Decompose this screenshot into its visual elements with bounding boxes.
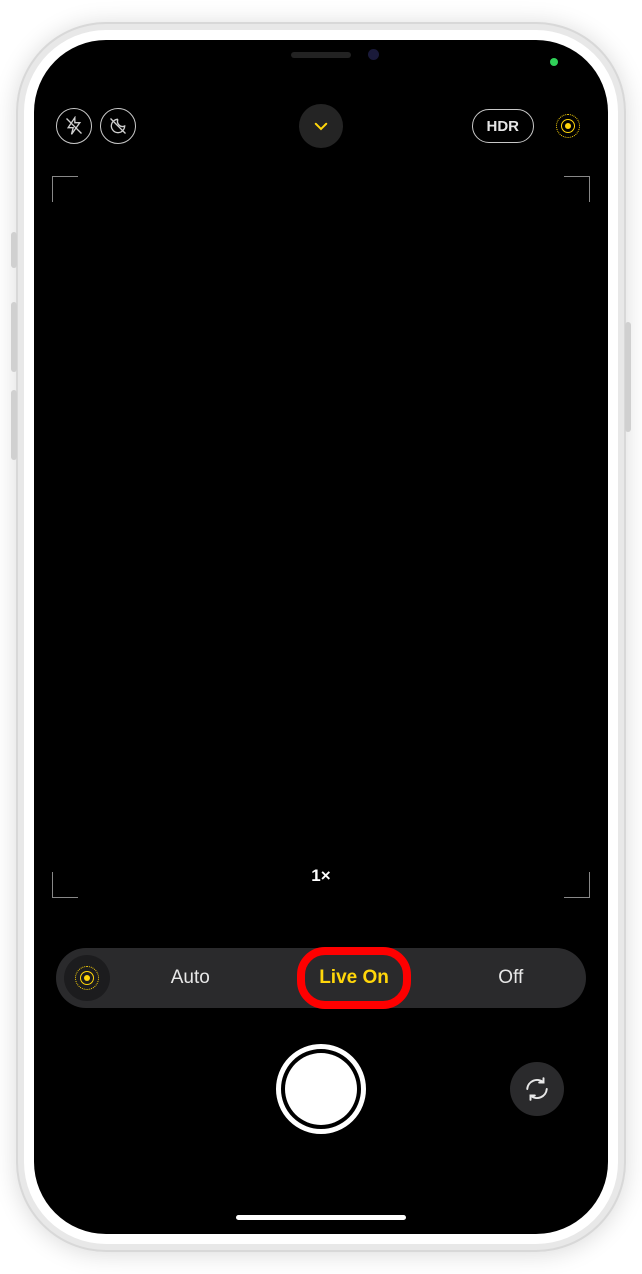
hdr-button[interactable]: HDR [472, 109, 535, 143]
mute-switch [11, 232, 17, 268]
camera-top-bar: HDR [34, 96, 608, 156]
home-indicator[interactable] [236, 1215, 406, 1220]
shutter-button[interactable] [276, 1044, 366, 1134]
live-photo-icon[interactable] [64, 955, 110, 1001]
flash-off-icon[interactable] [56, 108, 92, 144]
screen: HDR 1× Auto Live On Off [34, 40, 608, 1234]
live-option-auto[interactable]: Auto [163, 963, 218, 993]
live-photo-options: Auto Live On Off [116, 963, 578, 993]
live-option-off[interactable]: Off [490, 963, 531, 993]
live-photo-toggle-icon[interactable] [550, 108, 586, 144]
viewfinder-corner [564, 872, 590, 898]
viewfinder-corner [564, 176, 590, 202]
volume-down-button [11, 390, 17, 460]
viewfinder-corner [52, 176, 78, 202]
expand-controls-button[interactable] [299, 104, 343, 148]
live-option-live-on[interactable]: Live On [311, 963, 397, 993]
phone-frame: HDR 1× Auto Live On Off [16, 22, 626, 1252]
camera-indicator-dot [550, 58, 558, 66]
notch [191, 40, 451, 74]
last-photo-thumbnail[interactable] [90, 1092, 98, 1100]
zoom-level-button[interactable]: 1× [311, 866, 330, 886]
volume-up-button [11, 302, 17, 372]
camera-flip-button[interactable] [510, 1062, 564, 1116]
power-button [625, 322, 631, 432]
viewfinder-corner [52, 872, 78, 898]
live-photo-options-bar: Auto Live On Off [56, 948, 586, 1008]
hdr-label: HDR [487, 118, 520, 135]
night-mode-off-icon[interactable] [100, 108, 136, 144]
